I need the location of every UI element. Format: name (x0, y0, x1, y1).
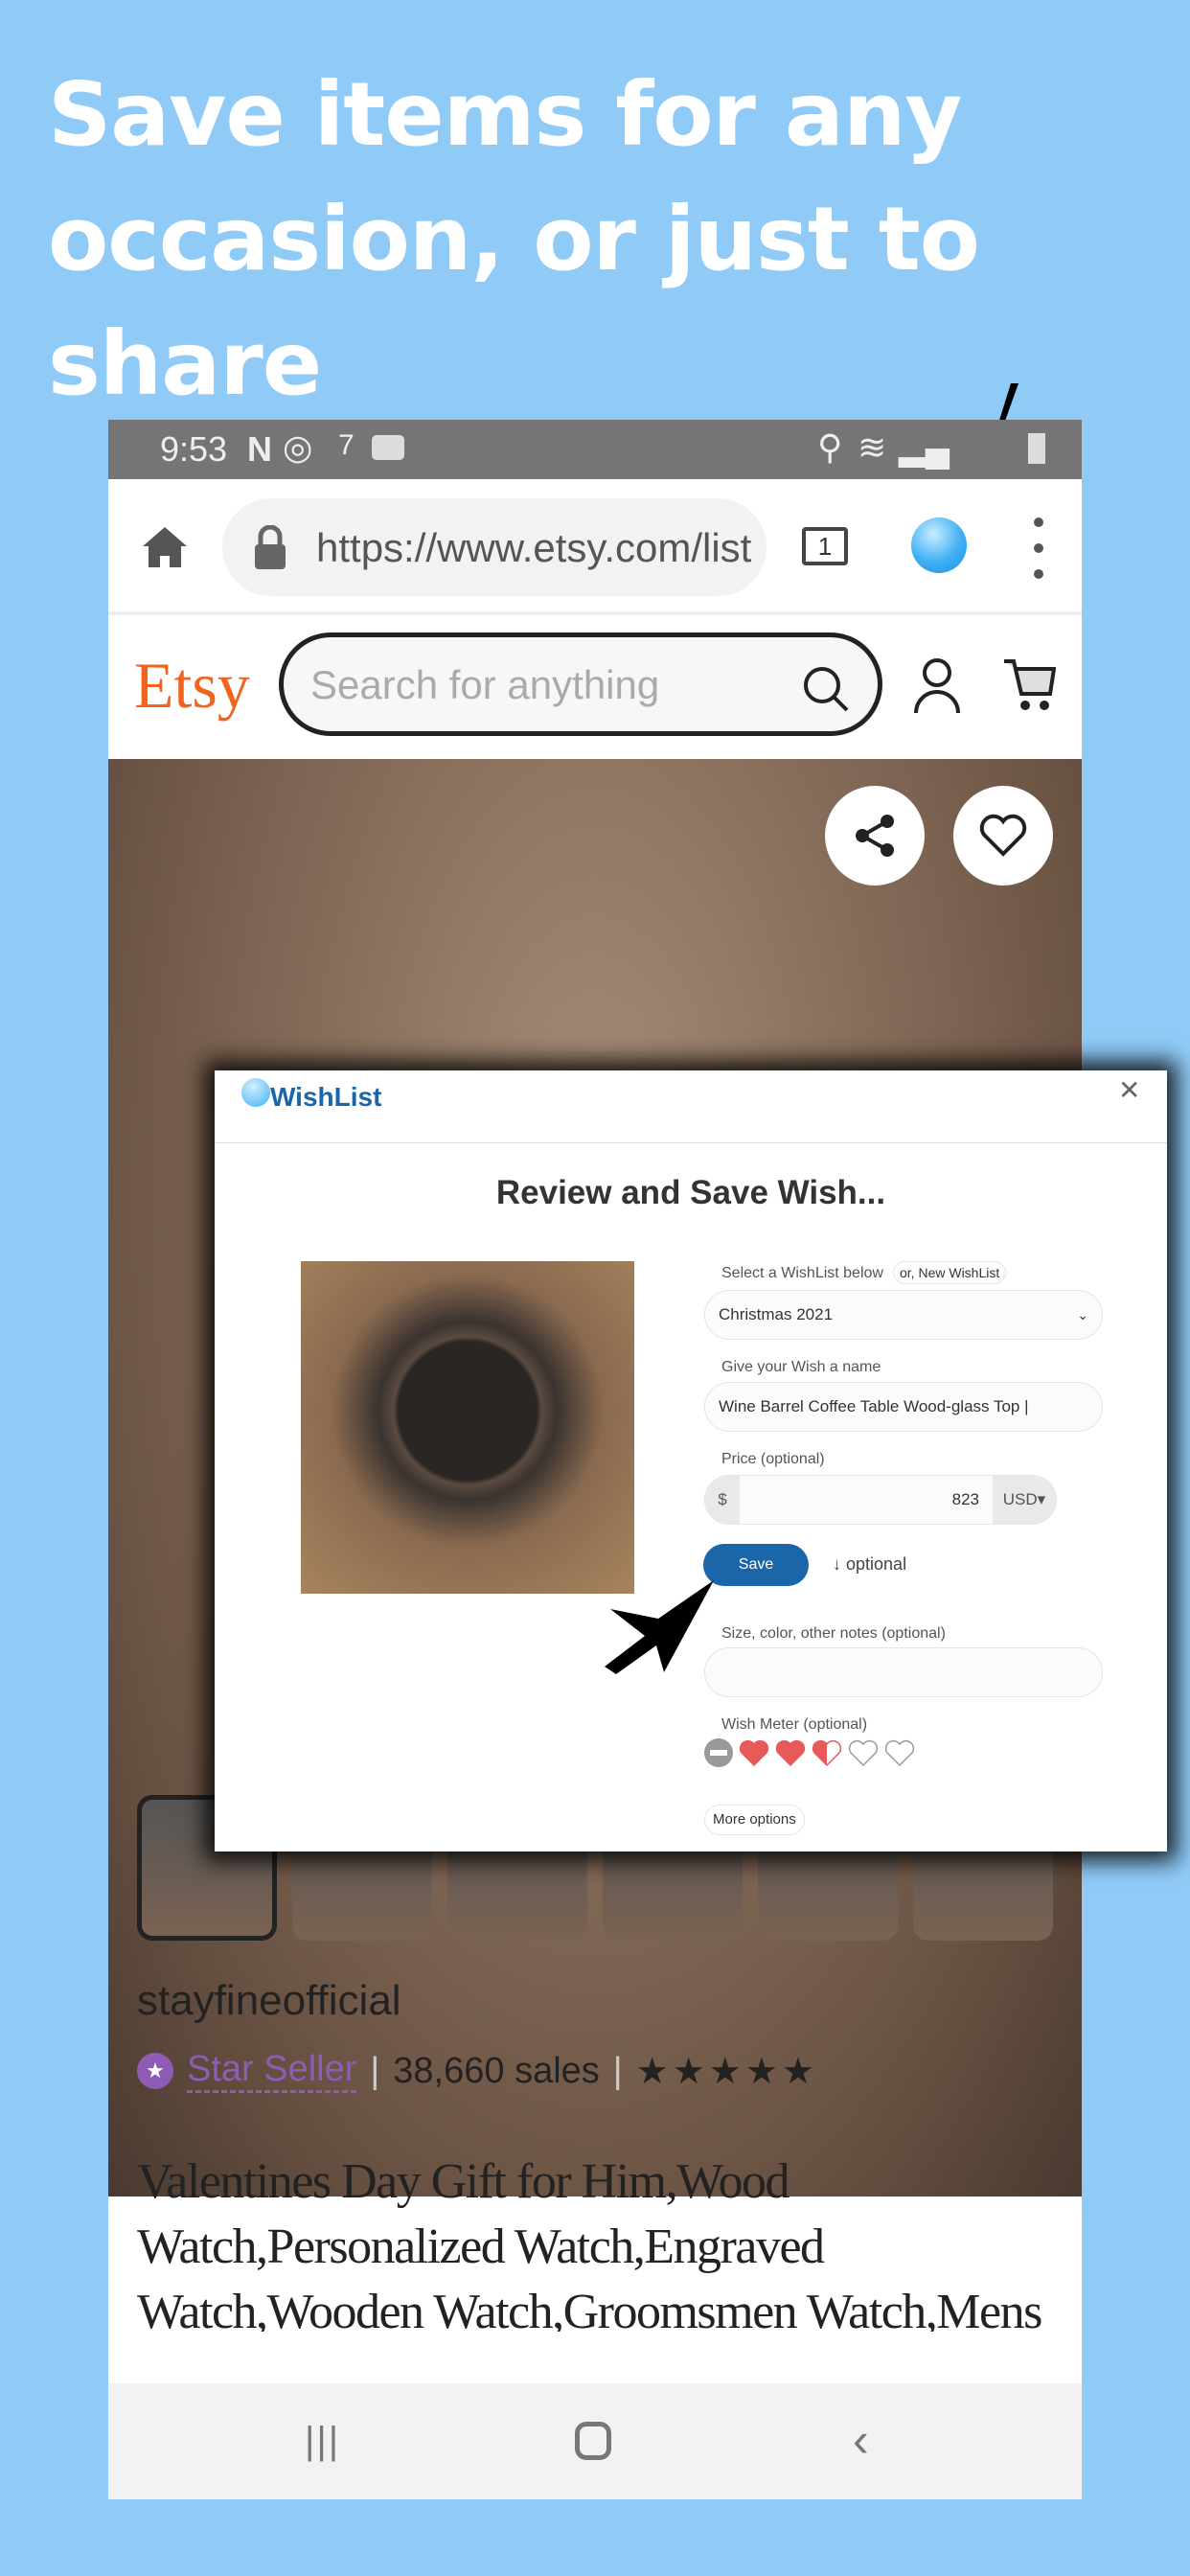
search-input[interactable]: Search for anything (279, 632, 882, 736)
star-seller-badge[interactable]: Star Seller (187, 2049, 357, 2093)
heart-icon[interactable] (848, 1738, 879, 1767)
sales-count: 38,660 sales (393, 2050, 600, 2091)
chevron-down-icon: ⌄ (1077, 1306, 1088, 1322)
wishlist-dialog: WishList ✕ Review and Save Wish... Selec… (215, 1070, 1167, 1852)
divider (215, 1142, 1167, 1143)
wish-meter (704, 1738, 915, 1767)
seller-meta: ★ Star Seller | 38,660 sales | ★★★★★ (137, 2049, 818, 2093)
favorite-button[interactable] (953, 786, 1053, 886)
etsy-header: Etsy Search for anything (108, 619, 1082, 753)
wishlist-logo: WishList (270, 1082, 382, 1112)
wifi-icon: ≋ (858, 427, 887, 467)
notes-input[interactable] (704, 1647, 1103, 1697)
heart-icon (979, 814, 1027, 857)
wishlist-logo-icon (241, 1078, 270, 1107)
heart-icon[interactable] (812, 1738, 842, 1767)
clear-meter-icon[interactable] (704, 1738, 733, 1767)
price-input[interactable]: 823 (740, 1490, 993, 1509)
heart-icon[interactable] (775, 1738, 806, 1767)
star-seller-icon: ★ (137, 2053, 173, 2089)
lock-icon (255, 525, 286, 569)
headline: Save items for any occasion, or just to … (48, 63, 980, 415)
share-icon (856, 815, 894, 857)
cursor-arrow-icon (605, 1580, 714, 1674)
wishlist-extension-icon[interactable] (911, 518, 967, 573)
fingerprint-icon: ◎ (283, 427, 313, 467)
youtube-icon (372, 435, 404, 460)
save-button[interactable]: Save (703, 1544, 809, 1586)
cart-icon[interactable] (1002, 657, 1056, 713)
dialog-heading: Review and Save Wish... (495, 1174, 886, 1211)
listing-title: Valentines Day Gift for Him,Wood Watch,P… (137, 2154, 1042, 2332)
heart-icon[interactable] (739, 1738, 769, 1767)
arrow-down-icon: ↓ (833, 1554, 841, 1574)
rating-stars: ★★★★★ (635, 2051, 818, 2092)
close-icon[interactable]: ✕ (1118, 1074, 1140, 1106)
battery-icon (1028, 433, 1045, 464)
optional-toggle[interactable]: ↓ optional (833, 1554, 906, 1575)
signal-icon: ▂▄ (899, 427, 950, 467)
etsy-logo[interactable]: Etsy (134, 648, 250, 724)
more-menu-icon[interactable] (1034, 518, 1045, 579)
new-wishlist-button[interactable]: or, New WishList (893, 1261, 1007, 1284)
search-icon[interactable] (801, 664, 851, 714)
android-nav-bar: ||| ‹ (108, 2383, 1082, 2499)
heart-icon[interactable] (884, 1738, 915, 1767)
status-bar: 9:53 N ◎ 7 ⚲ ≋ ▂▄ (108, 420, 1082, 479)
more-options-button[interactable]: More options (704, 1805, 805, 1835)
home-icon[interactable] (143, 527, 187, 567)
url-bar[interactable]: https://www.etsy.com/list (222, 498, 767, 596)
wish-name-input[interactable]: Wine Barrel Coffee Table Wood-glass Top … (704, 1382, 1103, 1432)
share-button[interactable] (825, 786, 925, 886)
currency-dropdown[interactable]: USD ▾ (993, 1476, 1056, 1524)
wishlist-select[interactable]: Christmas 2021 ⌄ (704, 1290, 1103, 1340)
recent-apps-icon[interactable]: ||| (305, 2420, 340, 2463)
wish-product-image (301, 1261, 634, 1594)
location-icon: ⚲ (817, 427, 843, 467)
netflix-icon: N (247, 429, 272, 469)
price-group: $ 823 USD ▾ (704, 1475, 1057, 1525)
back-icon[interactable]: ‹ (853, 2412, 869, 2468)
account-icon[interactable] (913, 657, 961, 715)
shop-name[interactable]: stayfineofficial (137, 1977, 401, 2025)
home-nav-icon[interactable] (575, 2422, 611, 2460)
browser-toolbar: https://www.etsy.com/list 1 (108, 479, 1082, 615)
tabs-button[interactable]: 1 (802, 527, 848, 565)
